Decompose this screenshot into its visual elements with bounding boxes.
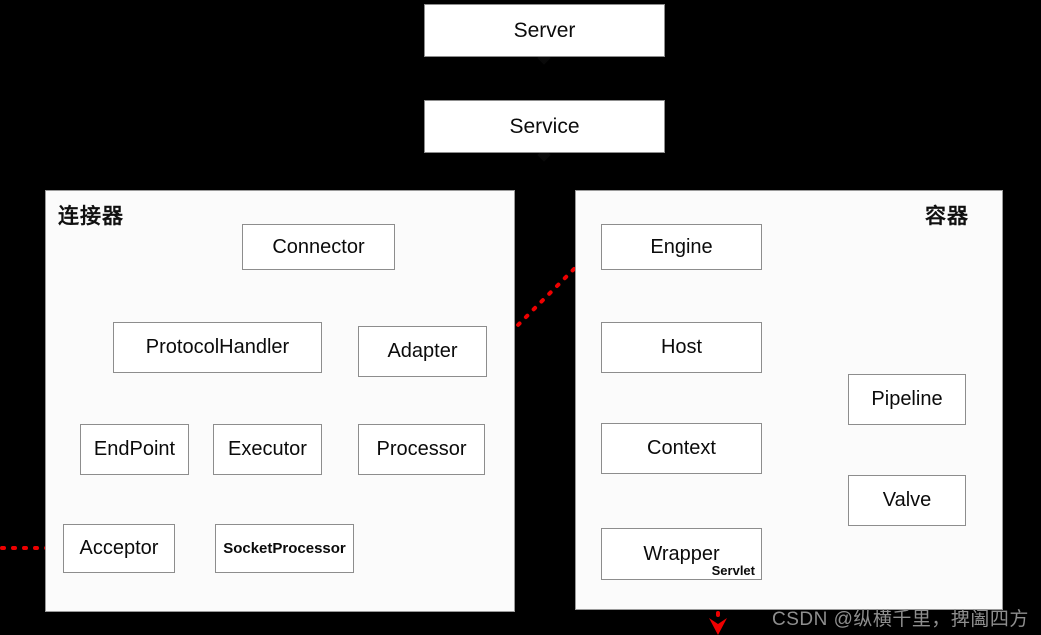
node-executor[interactable]: Executor (213, 424, 322, 475)
node-acceptor[interactable]: Acceptor (63, 524, 175, 573)
arrowhead-servlet-out (709, 618, 727, 635)
node-service[interactable]: Service (424, 100, 665, 153)
node-engine-label: Engine (650, 235, 713, 258)
node-adapter-label: Adapter (387, 340, 458, 362)
panel-container-title: 容器 (925, 205, 969, 228)
node-adapter[interactable]: Adapter (358, 326, 487, 377)
diagram-canvas: Server Service 连接器 Connector ProtocolHan… (0, 0, 1041, 635)
node-socketprocessor-label: SocketProcessor (223, 540, 346, 557)
node-context-label: Context (647, 437, 716, 459)
node-connector-label: Connector (272, 235, 365, 258)
node-valve-label: Valve (882, 489, 932, 511)
node-valve[interactable]: Valve (848, 475, 966, 526)
node-host-label: Host (660, 336, 703, 358)
node-context[interactable]: Context (601, 423, 762, 474)
node-acceptor-label: Acceptor (79, 537, 159, 559)
panel-connector-title: 连接器 (58, 205, 124, 228)
node-server-label: Server (513, 18, 576, 42)
node-endpoint[interactable]: EndPoint (80, 424, 189, 475)
node-protocolhandler-label: ProtocolHandler (145, 336, 290, 358)
node-engine[interactable]: Engine (601, 224, 762, 270)
node-connector[interactable]: Connector (242, 224, 395, 270)
node-endpoint-label: EndPoint (93, 438, 176, 460)
node-processor-label: Processor (376, 438, 467, 460)
csdn-watermark: CSDN @纵横千里，捭阖四方 (772, 609, 1029, 630)
node-processor[interactable]: Processor (358, 424, 485, 475)
node-service-label: Service (509, 114, 580, 138)
node-wrapper-sublabel: Servlet (711, 563, 755, 578)
node-server[interactable]: Server (424, 4, 665, 57)
node-pipeline-label: Pipeline (871, 388, 943, 410)
node-protocolhandler[interactable]: ProtocolHandler (113, 322, 322, 373)
node-pipeline[interactable]: Pipeline (848, 374, 966, 425)
node-executor-label: Executor (228, 438, 307, 460)
node-wrapper-label: Wrapper (643, 542, 720, 565)
node-host[interactable]: Host (601, 322, 762, 373)
node-wrapper[interactable]: Wrapper Servlet (601, 528, 762, 580)
node-socketprocessor[interactable]: SocketProcessor (215, 524, 354, 573)
